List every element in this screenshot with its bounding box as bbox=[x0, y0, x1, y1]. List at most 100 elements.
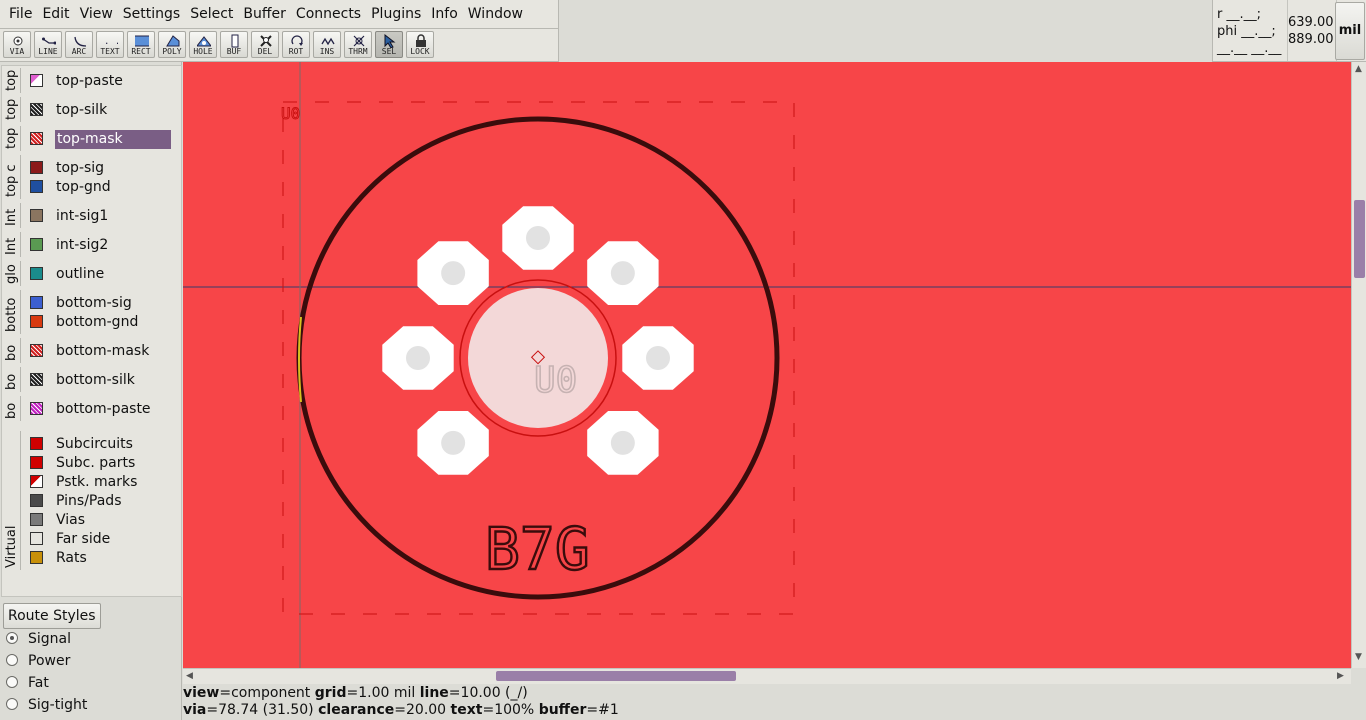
scroll-right-icon[interactable]: ▶ bbox=[1337, 671, 1344, 681]
route-style-power[interactable]: Power bbox=[6, 651, 70, 671]
route-style-signal[interactable]: Signal bbox=[6, 629, 71, 649]
horizontal-scrollbar[interactable]: ◀ ▶ bbox=[183, 668, 1351, 684]
layer-color-swatch[interactable] bbox=[30, 437, 43, 450]
layer-group-tab[interactable]: botto bbox=[4, 290, 21, 334]
layer-group-tab[interactable]: bo bbox=[4, 396, 21, 421]
layer-color-swatch[interactable] bbox=[30, 494, 43, 507]
radio-icon[interactable] bbox=[6, 654, 18, 666]
menu-info[interactable]: Info bbox=[426, 0, 463, 28]
layer-color-swatch[interactable] bbox=[30, 513, 43, 526]
layer-color-swatch[interactable] bbox=[30, 267, 43, 280]
status-value: 1.00 mil bbox=[358, 685, 416, 701]
layer-group-tab-label: Int bbox=[4, 208, 19, 226]
menu-plugins[interactable]: Plugins bbox=[366, 0, 426, 28]
layer-int-sig2[interactable]: int-sig2 bbox=[28, 236, 174, 255]
layer-color-swatch[interactable] bbox=[30, 132, 43, 145]
tool-rot-button[interactable]: ROT bbox=[282, 31, 310, 58]
scroll-up-icon[interactable]: ▲ bbox=[1355, 64, 1362, 74]
layer-name: Subcircuits bbox=[56, 436, 133, 452]
menu-buffer[interactable]: Buffer bbox=[238, 0, 291, 28]
layer-bottom-sig[interactable]: bottom-sig bbox=[28, 294, 174, 313]
tool-buf-button[interactable]: BUF bbox=[220, 31, 248, 58]
layer-color-swatch[interactable] bbox=[30, 551, 43, 564]
layer-bottom-silk[interactable]: bottom-silk bbox=[28, 371, 174, 390]
layer-color-swatch[interactable] bbox=[30, 344, 43, 357]
tool-hole-button[interactable]: HOLE bbox=[189, 31, 217, 58]
layer-group-tab[interactable]: top c bbox=[4, 155, 21, 199]
tool-ins-button[interactable]: INS bbox=[313, 31, 341, 58]
layer-color-swatch[interactable] bbox=[30, 532, 43, 545]
tool-lock-button[interactable]: LOCK bbox=[406, 31, 434, 58]
layer-group-tab[interactable]: glo bbox=[4, 261, 21, 286]
menu-window[interactable]: Window bbox=[463, 0, 528, 28]
radio-icon[interactable] bbox=[6, 632, 18, 644]
layer-top-sig[interactable]: top-sig bbox=[28, 159, 174, 178]
tool-arc-button[interactable]: ARC bbox=[65, 31, 93, 58]
layer-subc-parts[interactable]: Subc. parts bbox=[28, 454, 174, 473]
layer-subcircuits[interactable]: Subcircuits bbox=[28, 435, 174, 454]
layer-outline[interactable]: outline bbox=[28, 265, 174, 284]
layer-bottom-gnd[interactable]: bottom-gnd bbox=[28, 313, 174, 332]
layer-rats[interactable]: Rats bbox=[28, 549, 174, 568]
layer-color-swatch[interactable] bbox=[30, 103, 43, 116]
tool-thrm-button[interactable]: THRM bbox=[344, 31, 372, 58]
layer-top-paste[interactable]: top-paste bbox=[28, 72, 174, 91]
route-styles-button[interactable]: Route Styles bbox=[3, 603, 101, 629]
layer-color-swatch[interactable] bbox=[30, 315, 43, 328]
layer-bottom-paste[interactable]: bottom-paste bbox=[28, 400, 174, 419]
vertical-scroll-thumb[interactable] bbox=[1354, 200, 1365, 278]
tool-line-button[interactable]: LINE bbox=[34, 31, 62, 58]
layer-bottom-mask[interactable]: bottom-mask bbox=[28, 342, 174, 361]
layer-int-sig1[interactable]: int-sig1 bbox=[28, 207, 174, 226]
tool-sel-button[interactable]: SEL bbox=[375, 31, 403, 58]
layer-color-swatch[interactable] bbox=[30, 238, 43, 251]
radio-icon[interactable] bbox=[6, 676, 18, 688]
drawing-canvas[interactable]: U0 U0 B7G bbox=[183, 62, 1351, 668]
scroll-down-icon[interactable]: ▼ bbox=[1355, 652, 1362, 662]
layer-top-gnd[interactable]: top-gnd bbox=[28, 178, 174, 197]
layer-group-tab[interactable]: Int bbox=[4, 232, 21, 257]
route-style-sig-tight[interactable]: Sig-tight bbox=[6, 695, 87, 715]
layer-color-swatch[interactable] bbox=[30, 456, 43, 469]
unit-toggle-button[interactable]: mil bbox=[1335, 2, 1365, 60]
layer-group-tab[interactable]: top bbox=[4, 126, 21, 151]
menu-view[interactable]: View bbox=[75, 0, 118, 28]
layer-group-tab[interactable]: Virtual bbox=[4, 431, 21, 570]
menu-settings[interactable]: Settings bbox=[118, 0, 185, 28]
layer-top-silk[interactable]: top-silk bbox=[28, 101, 174, 120]
menu-file[interactable]: File bbox=[0, 0, 37, 28]
tool-rect-button[interactable]: RECT bbox=[127, 31, 155, 58]
layer-group-tab[interactable]: top bbox=[4, 68, 21, 93]
layer-color-swatch[interactable] bbox=[30, 373, 43, 386]
scroll-left-icon[interactable]: ◀ bbox=[186, 671, 193, 681]
layer-group-tab[interactable]: bo bbox=[4, 338, 21, 363]
layer-far-side[interactable]: Far side bbox=[28, 530, 174, 549]
menu-select[interactable]: Select bbox=[185, 0, 238, 28]
tool-poly-button[interactable]: POLY bbox=[158, 31, 186, 58]
layer-color-swatch[interactable] bbox=[30, 296, 43, 309]
radio-icon[interactable] bbox=[6, 698, 18, 710]
layer-color-swatch[interactable] bbox=[30, 180, 43, 193]
layer-color-swatch[interactable] bbox=[30, 74, 43, 87]
layer-pstk-marks[interactable]: Pstk. marks bbox=[28, 473, 174, 492]
layer-group-tab[interactable]: top bbox=[4, 97, 21, 122]
tool-via-button[interactable]: VIA bbox=[3, 31, 31, 58]
board-view[interactable]: U0 U0 B7G bbox=[183, 62, 1351, 668]
layer-color-swatch[interactable] bbox=[30, 161, 43, 174]
tool-del-button[interactable]: DEL bbox=[251, 31, 279, 58]
layer-color-swatch[interactable] bbox=[30, 209, 43, 222]
layer-group-tab[interactable]: bo bbox=[4, 367, 21, 392]
layer-group-tab[interactable]: Int bbox=[4, 203, 21, 228]
route-style-fat[interactable]: Fat bbox=[6, 673, 49, 693]
hole-icon bbox=[197, 36, 211, 47]
menu-edit[interactable]: Edit bbox=[37, 0, 74, 28]
vertical-scrollbar[interactable]: ▲ ▼ bbox=[1351, 62, 1366, 668]
layer-color-swatch[interactable] bbox=[30, 402, 43, 415]
horizontal-scroll-thumb[interactable] bbox=[496, 671, 736, 681]
layer-top-mask[interactable]: top-mask bbox=[28, 130, 174, 149]
tool-text-button[interactable]: . . .TEXT bbox=[96, 31, 124, 58]
layer-vias[interactable]: Vias bbox=[28, 511, 174, 530]
menu-connects[interactable]: Connects bbox=[291, 0, 366, 28]
layer-color-swatch[interactable] bbox=[30, 475, 43, 488]
layer-pins-pads[interactable]: Pins/Pads bbox=[28, 492, 174, 511]
